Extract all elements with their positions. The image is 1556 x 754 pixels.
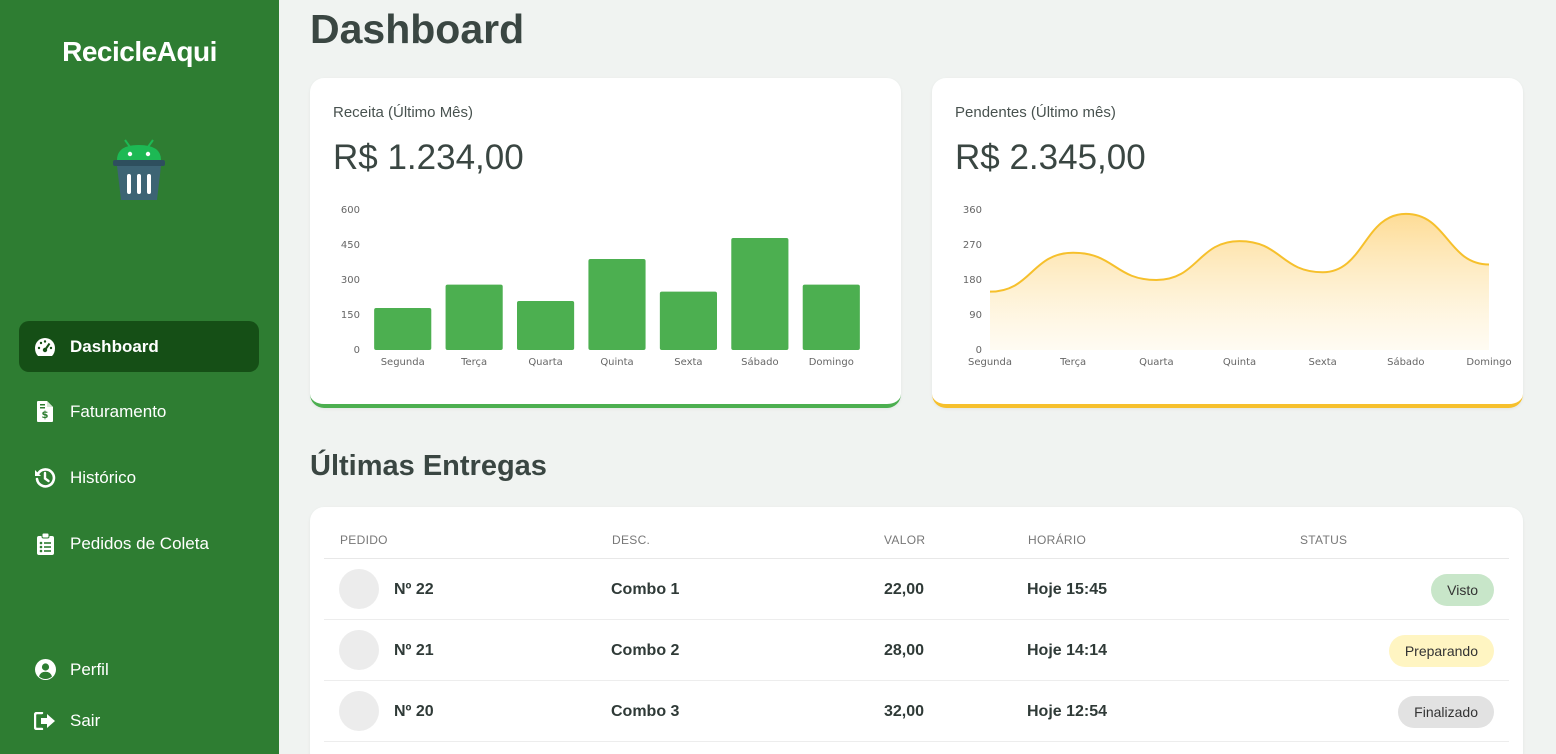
sidebar-item-label: Dashboard: [70, 336, 159, 356]
status-badge: Visto: [1431, 574, 1494, 606]
bar: [374, 308, 432, 350]
column-header-pedido: PEDIDO: [340, 533, 388, 547]
order-time: Hoje 15:45: [1027, 580, 1108, 598]
sidebar-item-label: Perfil: [70, 659, 109, 679]
x-tick-label: Domingo: [1466, 357, 1511, 368]
bar: [588, 259, 646, 350]
revenue-card: Receita (Último Mês) R$ 1.234,00 0 150 300…: [310, 78, 901, 408]
y-tick-label: 90: [969, 310, 982, 321]
column-header-valor: VALOR: [884, 533, 926, 547]
sidebar-item-pedidos-de-coleta[interactable]: Pedidos de Coleta: [19, 518, 259, 569]
x-tick-label: Segunda: [968, 357, 1012, 368]
card-value: R$ 1.234,00: [333, 138, 524, 177]
sidebar-item-faturamento[interactable]: $ Faturamento: [19, 386, 259, 437]
clipboard-list-icon: [34, 532, 56, 555]
bar: [802, 284, 860, 350]
order-number: Nº 21: [394, 641, 434, 659]
sidebar-item-perfil[interactable]: Perfil: [19, 644, 259, 695]
column-header-desc: DESC.: [612, 533, 651, 547]
order-description: Combo 1: [611, 580, 680, 598]
table-row[interactable]: Nº 21 Combo 2 28,00 Hoje 14:14 Preparand…: [324, 620, 1509, 681]
x-tick-label: Quinta: [600, 357, 633, 368]
y-tick-label: 300: [341, 275, 360, 286]
user-circle-icon: [34, 659, 56, 681]
card-value: R$ 2.345,00: [955, 138, 1146, 177]
x-tick-label: Sexta: [674, 357, 702, 368]
x-tick-label: Quinta: [1223, 357, 1256, 368]
section-title: Últimas Entregas: [310, 450, 547, 482]
x-tick-label: Domingo: [809, 357, 854, 368]
x-tick-label: Quarta: [1139, 357, 1174, 368]
sidebar-item-dashboard[interactable]: Dashboard: [19, 321, 259, 372]
recycle-bin-logo-icon: [113, 139, 165, 200]
x-tick-label: Sábado: [1387, 356, 1424, 368]
status-badge: Finalizado: [1398, 696, 1494, 728]
column-header-horario: HORÁRIO: [1028, 533, 1087, 547]
sign-out-icon: [34, 710, 56, 732]
brand-name: RecicleAqui: [62, 36, 217, 67]
card-title: Receita (Último Mês): [333, 104, 474, 121]
y-tick-label: 180: [963, 275, 982, 286]
x-tick-label: Sábado: [741, 356, 778, 368]
table-row[interactable]: Nº 22 Combo 1 22,00 Hoje 15:45 Visto: [324, 559, 1509, 620]
order-value: 22,00: [884, 580, 925, 598]
sidebar-item-sair[interactable]: Sair: [19, 695, 259, 746]
sidebar-item-label: Sair: [70, 710, 101, 730]
sidebar-item-label: Faturamento: [70, 401, 167, 421]
sidebar-item-label: Pedidos de Coleta: [70, 533, 209, 553]
x-tick-label: Terça: [460, 357, 487, 368]
order-number: Nº 22: [394, 580, 434, 598]
bar: [731, 238, 789, 350]
sidebar-item-label: Histórico: [70, 467, 137, 487]
x-tick-label: Quarta: [528, 357, 563, 368]
pending-card: Pendentes (Último mês) R$ 2.345,00 0 90 18…: [932, 78, 1523, 408]
order-number: Nº 20: [394, 702, 434, 720]
y-tick-label: 600: [341, 205, 360, 216]
column-header-status: STATUS: [1300, 533, 1348, 547]
bar: [659, 291, 717, 350]
status-badge: Preparando: [1388, 635, 1494, 667]
x-tick-label: Segunda: [381, 357, 425, 368]
deliveries-table: PEDIDO DESC. VALOR HORÁRIO STATUS Nº 22 …: [310, 507, 1523, 754]
x-tick-label: Terça: [1059, 357, 1086, 368]
y-tick-label: 0: [354, 345, 360, 356]
bar: [445, 284, 503, 350]
y-tick-label: 360: [963, 205, 982, 216]
history-icon: [34, 467, 56, 489]
y-tick-label: 450: [341, 240, 360, 251]
y-tick-label: 270: [963, 240, 982, 251]
card-title: Pendentes (Último mês): [955, 104, 1116, 121]
order-value: 32,00: [884, 702, 925, 720]
y-tick-label: 150: [341, 310, 360, 321]
bar: [517, 301, 575, 350]
order-description: Combo 3: [611, 702, 680, 720]
svg-text:$: $: [42, 410, 49, 421]
revenue-bar-chart: 0 150 300 450 600 Segunda Terça Quarta Quinta Sex…: [341, 205, 860, 368]
order-description: Combo 2: [611, 641, 680, 659]
order-time: Hoje 12:54: [1027, 702, 1108, 720]
order-value: 28,00: [884, 641, 925, 659]
avatar: [339, 691, 379, 731]
page-title: Dashboard: [310, 6, 525, 52]
pending-area-chart: 0 90 180 270 360 Segunda Terça Quarta Quinta Sext…: [963, 205, 1512, 368]
invoice-dollar-icon: $: [34, 401, 56, 423]
sidebar-item-historico[interactable]: Histórico: [19, 452, 259, 503]
x-tick-label: Sexta: [1309, 357, 1337, 368]
sidebar: RecicleAqui Dashboard $ Faturamento Hist…: [0, 0, 279, 754]
order-time: Hoje 14:14: [1027, 641, 1108, 659]
y-tick-label: 0: [976, 345, 982, 356]
table-row[interactable]: Nº 20 Combo 3 32,00 Hoje 12:54 Finalizad…: [324, 681, 1509, 742]
avatar: [339, 569, 379, 609]
avatar: [339, 630, 379, 670]
area-fill: [990, 213, 1489, 350]
gauge-icon: [34, 336, 56, 358]
